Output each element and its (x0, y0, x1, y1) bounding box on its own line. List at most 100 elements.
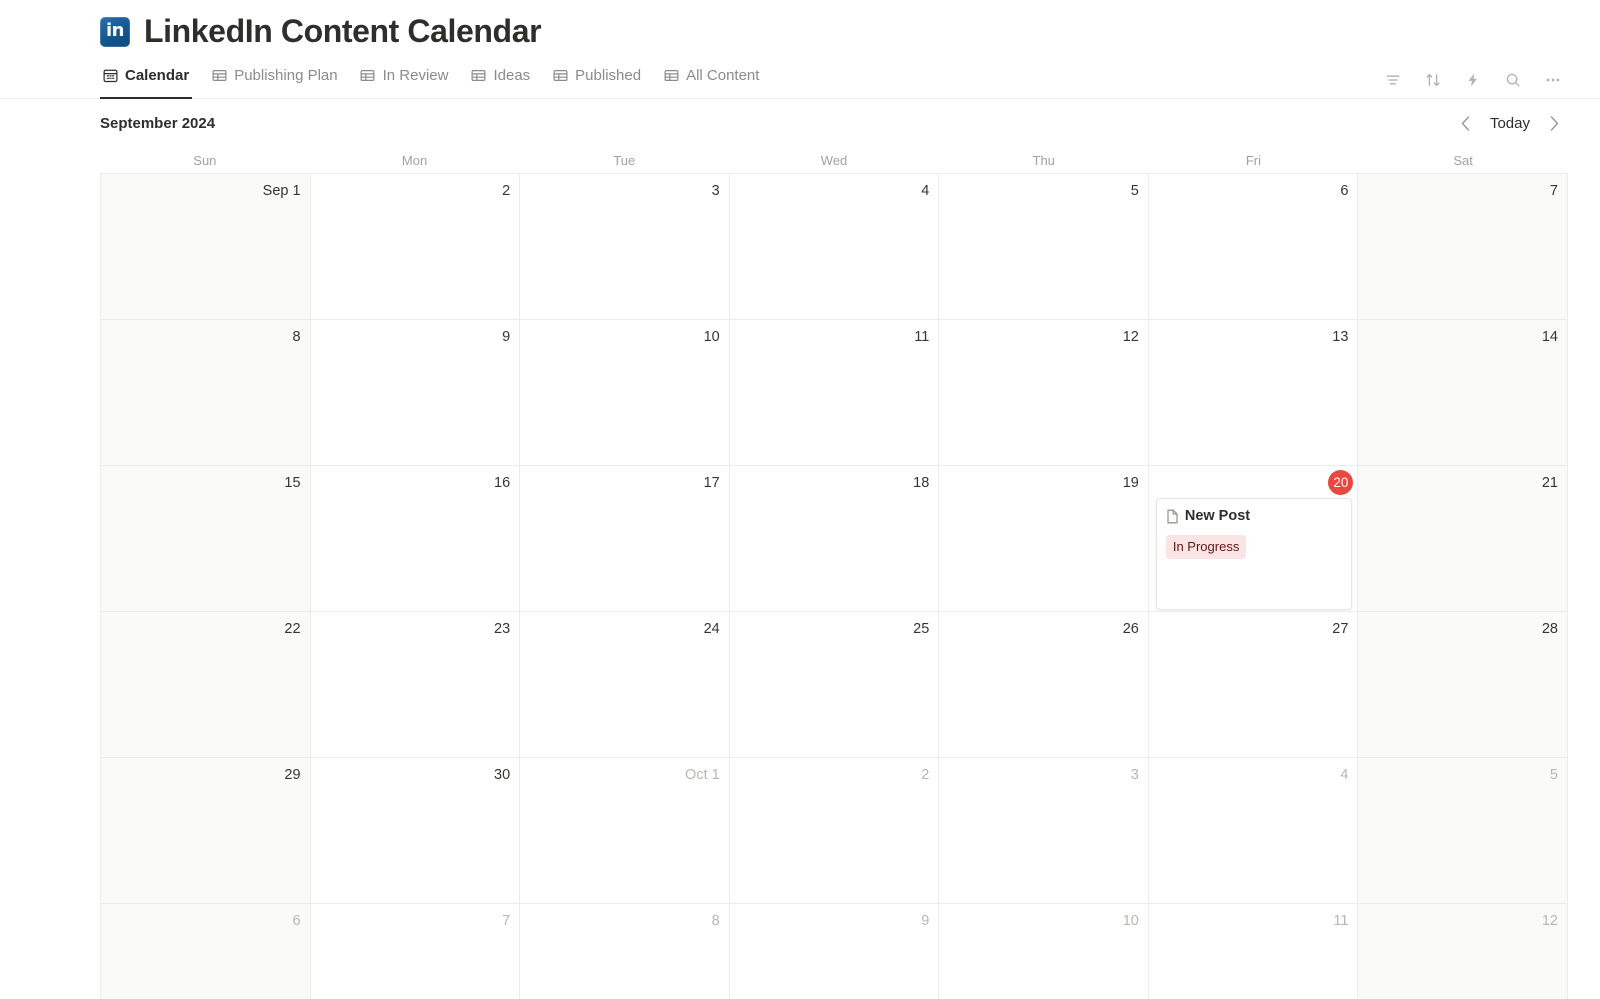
day-cell[interactable]: 10 (520, 320, 730, 467)
day-number: 2 (502, 183, 511, 200)
day-cell[interactable]: 10 (939, 904, 1149, 999)
day-cell[interactable]: 9 (729, 904, 940, 999)
previous-month-button[interactable] (1458, 115, 1474, 131)
tab-ideas[interactable]: Ideas (459, 61, 541, 98)
page-title: LinkedIn Content Calendar (144, 13, 542, 49)
weekday-mon: Mon (401, 152, 428, 168)
day-cell[interactable]: 8 (520, 904, 730, 999)
day-cell[interactable]: 12 (1358, 904, 1568, 999)
linkedin-logo-icon: in (100, 16, 130, 47)
day-cell[interactable]: 25 (729, 612, 940, 759)
day-cell[interactable]: 15 (101, 466, 311, 613)
day-cell[interactable]: 5 (939, 174, 1149, 321)
event-card[interactable]: New Post In Progress (1155, 498, 1353, 611)
day-cell[interactable]: 16 (310, 466, 521, 613)
calendar-grid: Sep 1 2 3 4 5 6 7 8 9 10 11 12 13 14 15 16 17 18 19 20 New P… (100, 173, 1568, 999)
day-cell[interactable]: 19 (939, 466, 1149, 613)
day-cell[interactable]: 6 (101, 904, 311, 999)
day-cell[interactable]: 22 (101, 612, 311, 759)
weekday-tue: Tue (613, 152, 636, 168)
day-cell[interactable]: 3 (939, 758, 1149, 905)
tab-all-content[interactable]: All Content (652, 61, 770, 98)
day-number: Sep 1 (262, 183, 301, 200)
day-cell[interactable]: 7 (310, 904, 521, 999)
today-button[interactable]: Today (1490, 115, 1530, 132)
day-cell[interactable]: 2 (310, 174, 521, 321)
day-number: 25 (913, 621, 930, 638)
day-number: 11 (1333, 913, 1349, 930)
day-number: 12 (1541, 913, 1558, 930)
day-cell[interactable]: 13 (1148, 320, 1359, 467)
day-number: 16 (494, 475, 511, 492)
day-number: 2 (921, 767, 930, 784)
day-number: 5 (1549, 767, 1558, 784)
day-number: 7 (502, 913, 511, 930)
tab-in-review[interactable]: In Review (349, 61, 460, 98)
day-cell[interactable]: 23 (310, 612, 521, 759)
day-cell[interactable]: 26 (939, 612, 1149, 759)
day-number: 11 (914, 329, 930, 346)
toolbar-actions (1384, 71, 1562, 98)
day-cell[interactable]: 11 (1148, 904, 1359, 999)
day-number: 18 (913, 475, 930, 492)
day-number: 3 (711, 183, 720, 200)
day-cell[interactable]: 28 (1358, 612, 1568, 759)
calendar-view-icon (102, 67, 118, 83)
day-number: 4 (921, 183, 930, 200)
table-view-icon (663, 67, 679, 83)
day-cell[interactable]: 21 (1358, 466, 1568, 613)
day-cell[interactable]: 14 (1358, 320, 1568, 467)
day-cell[interactable]: 5 (1358, 758, 1568, 905)
day-number: 26 (1122, 621, 1139, 638)
day-number: Oct 1 (685, 767, 720, 784)
table-view-icon (552, 67, 568, 83)
more-options-icon[interactable] (1544, 71, 1562, 89)
tab-label: Ideas (493, 66, 531, 84)
filter-icon[interactable] (1384, 71, 1402, 89)
weekday-thu: Thu (1032, 152, 1055, 168)
day-number: 6 (292, 913, 301, 930)
day-number: 19 (1122, 475, 1139, 492)
day-number: 15 (284, 475, 301, 492)
day-cell[interactable]: 4 (1148, 758, 1359, 905)
day-cell[interactable]: 24 (520, 612, 730, 759)
day-cell[interactable]: 3 (520, 174, 730, 321)
next-month-button[interactable] (1546, 115, 1562, 131)
weekday-wed: Wed (820, 152, 848, 168)
day-cell[interactable]: 18 (729, 466, 940, 613)
linkedin-logo-text: in (106, 20, 124, 42)
day-number: 9 (921, 913, 930, 930)
day-cell[interactable]: 6 (1148, 174, 1359, 321)
day-cell[interactable]: 12 (939, 320, 1149, 467)
day-number: 22 (284, 621, 301, 638)
day-cell[interactable]: 9 (310, 320, 521, 467)
day-cell[interactable]: 30 (310, 758, 521, 905)
day-number: 21 (1541, 475, 1558, 492)
day-cell[interactable]: 11 (729, 320, 940, 467)
automation-lightning-icon[interactable] (1464, 71, 1482, 89)
day-cell[interactable]: 29 (101, 758, 311, 905)
day-cell[interactable]: 27 (1148, 612, 1359, 759)
tab-calendar[interactable]: Calendar (100, 61, 200, 100)
day-cell[interactable]: Oct 1 (520, 758, 730, 905)
day-cell[interactable]: 8 (101, 320, 311, 467)
tab-published[interactable]: Published (541, 61, 652, 98)
day-number: 5 (1130, 183, 1139, 200)
weekday-header: Sun Mon Tue Wed Thu Fri Sat (100, 147, 1568, 173)
view-tabbar: Calendar Publishing Plan In Review Ideas Pub… (0, 61, 1600, 100)
day-number: 30 (494, 767, 511, 784)
calendar-navigation: Today (1458, 115, 1562, 132)
table-view-icon (211, 67, 227, 83)
day-cell[interactable]: Sep 1 (101, 174, 311, 321)
day-cell[interactable]: 7 (1358, 174, 1568, 321)
tab-publishing-plan[interactable]: Publishing Plan (200, 61, 348, 98)
day-number: 8 (292, 329, 301, 346)
day-cell[interactable]: 2 (729, 758, 940, 905)
document-icon (1166, 509, 1179, 524)
view-tabs: Calendar Publishing Plan In Review Ideas Pub… (100, 61, 770, 100)
search-icon[interactable] (1504, 71, 1522, 89)
sort-icon[interactable] (1424, 71, 1442, 89)
day-cell[interactable]: 4 (729, 174, 940, 321)
day-cell[interactable]: 17 (520, 466, 730, 613)
day-cell[interactable]: 20 New Post In Progress (1148, 466, 1359, 613)
